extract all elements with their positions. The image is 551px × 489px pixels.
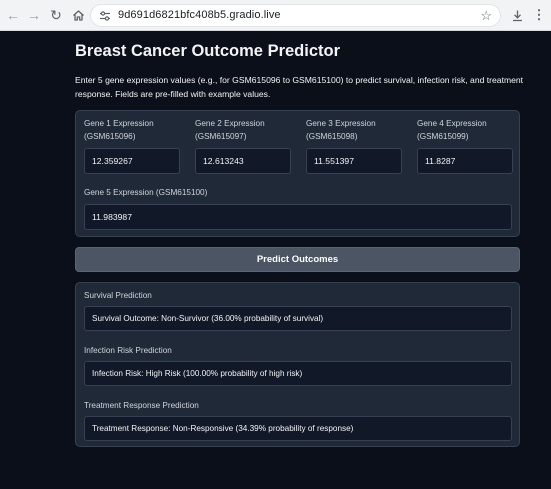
gene-2-group: Gene 2 Expression (GSM615097) 12.613243	[195, 118, 293, 178]
gene-5-input[interactable]: 11.983987	[84, 204, 512, 230]
treatment-response-label: Treatment Response Prediction	[84, 401, 199, 410]
gene-4-input[interactable]: 11.8287	[417, 148, 513, 174]
gene-1-label: Gene 1 Expression (GSM615096)	[84, 119, 154, 141]
predict-outcomes-button[interactable]: Predict Outcomes	[75, 247, 520, 272]
gene-inputs-panel: Gene 1 Expression (GSM615096) 12.359267 …	[75, 110, 520, 237]
predictions-panel: Survival Prediction Survival Outcome: No…	[75, 282, 520, 447]
reload-icon[interactable]: ↻	[47, 6, 65, 24]
url-text[interactable]: 9d691d6821bfc408b5.gradio.live	[118, 9, 281, 21]
gene-1-input[interactable]: 12.359267	[84, 148, 180, 174]
gene-1-group: Gene 1 Expression (GSM615096) 12.359267	[84, 118, 182, 178]
page-description: Enter 5 gene expression values (e.g., fo…	[75, 75, 524, 99]
gradio-app: Breast Cancer Outcome Predictor Enter 5 …	[0, 31, 551, 489]
survival-prediction-output[interactable]: Survival Outcome: Non-Survivor (36.00% p…	[84, 306, 512, 331]
gene-3-group: Gene 3 Expression (GSM615098) 11.551397	[306, 118, 404, 178]
gene-2-label: Gene 2 Expression (GSM615097)	[195, 119, 265, 141]
gene-5-group: Gene 5 Expression (GSM615100) 11.983987	[84, 187, 514, 232]
download-icon[interactable]	[508, 6, 526, 24]
gene-4-label: Gene 4 Expression (GSM615099)	[417, 119, 487, 141]
infection-risk-output[interactable]: Infection Risk: High Risk (100.00% proba…	[84, 361, 512, 386]
forward-arrow-icon[interactable]: →	[25, 6, 43, 24]
gene-5-label: Gene 5 Expression (GSM615100)	[84, 188, 208, 197]
address-bar[interactable]: 9d691d6821bfc408b5.gradio.live ☆	[90, 4, 501, 27]
survival-prediction-label: Survival Prediction	[84, 291, 152, 300]
page-title: Breast Cancer Outcome Predictor	[75, 42, 341, 60]
infection-risk-label: Infection Risk Prediction	[84, 346, 172, 355]
gene-3-input[interactable]: 11.551397	[306, 148, 402, 174]
treatment-response-output[interactable]: Treatment Response: Non-Responsive (34.3…	[84, 416, 512, 441]
back-arrow-icon[interactable]: ←	[4, 6, 22, 24]
bookmark-star-icon[interactable]: ☆	[480, 8, 492, 24]
gene-4-group: Gene 4 Expression (GSM615099) 11.8287	[417, 118, 515, 178]
site-settings-icon[interactable]	[99, 10, 111, 22]
more-menu-icon[interactable]: ⋮	[530, 6, 548, 24]
gene-2-input[interactable]: 12.613243	[195, 148, 291, 174]
gene-3-label: Gene 3 Expression (GSM615098)	[306, 119, 376, 141]
browser-toolbar: ← → ↻ 9d691d6821bfc408b5.gradio.live ☆ ⋮	[0, 0, 551, 31]
home-icon[interactable]	[69, 6, 87, 24]
